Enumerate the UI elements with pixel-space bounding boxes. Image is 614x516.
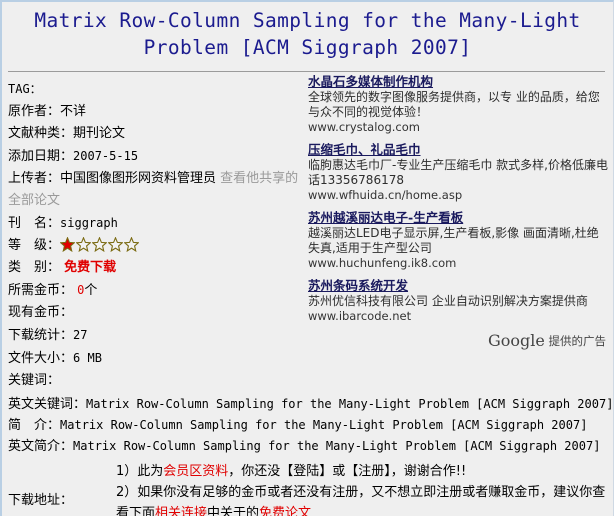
related-links-link[interactable]: 相关连接 [155, 506, 207, 516]
meta-row-uploader: 上传者：中国图像图形网资料管理员 查看他共享的全部论文 [8, 168, 308, 212]
ad-description: 越溪丽达LED电子显示屏,生产看板,影像 画面清晰,杜绝失真,适用于生产型公司 [308, 225, 599, 255]
page-root: Matrix Row-Column Sampling for the Many-… [0, 0, 614, 516]
download-address-block: 下载地址： 1）此为会员区资料，你还没【登陆】或【注册】，谢谢合作!! 2）如果… [2, 461, 613, 516]
abstract-label: 简 介： [8, 417, 61, 433]
filesize-value: 6 MB [73, 350, 102, 365]
author-label: 原作者： [8, 103, 61, 119]
filesize-label: 文件大小： [8, 350, 74, 366]
rating-stars[interactable] [60, 236, 140, 255]
meta-row-en-keywords: 英文关键词：Matrix Row-Column Sampling for the… [8, 394, 613, 415]
added-date-label: 添加日期： [8, 148, 74, 164]
category-value-free-download[interactable]: 免费下载 [64, 260, 116, 275]
meta-row-added-date: 添加日期：2007-5-15 [8, 145, 332, 168]
meta-row-author: 原作者：不详 [8, 101, 332, 123]
uploader-value: 中国图像图形网资料管理员 [60, 170, 217, 186]
meta-row-journal: 刊 名：siggraph [8, 212, 332, 235]
coins-needed-unit: 个 [84, 282, 98, 298]
star-icon[interactable] [60, 236, 76, 252]
en-abstract-label: 英文简介： [8, 438, 74, 454]
notice1-prefix: 1）此为 [116, 463, 164, 479]
ads-by-google-label: 提供的广告 [544, 333, 606, 348]
meta-row-abstract: 简 介：Matrix Row-Column Sampling for the M… [8, 415, 613, 436]
ad-title-link[interactable]: 苏州条码系统开发 [308, 278, 408, 293]
ad-title-link[interactable]: 苏州越溪丽达电子-生产看板 [308, 210, 463, 225]
star-icon[interactable] [92, 236, 108, 252]
star-icon[interactable] [108, 236, 124, 252]
downloads-value: 27 [73, 327, 88, 342]
download-notice-1: 1）此为会员区资料，你还没【登陆】或【注册】，谢谢合作!! [116, 461, 613, 482]
content-area: 水晶石多媒体制作机构 全球领先的数字图像服务提供商，以专 业的品质，给您与众不同… [2, 72, 613, 516]
rating-label: 等 级： [8, 237, 61, 253]
meta-row-tag: TAG： [8, 78, 332, 101]
member-area-resource-link[interactable]: 会员区资料 [163, 464, 228, 479]
ad-description: 全球领先的数字图像服务提供商，以专 业的品质，给您与众不同的视觉体验！ [308, 89, 600, 119]
meta-row-filesize: 文件大小：6 MB [8, 347, 332, 370]
en-abstract-value: Matrix Row-Column Sampling for the Many-… [73, 438, 601, 453]
en-keywords-label: 英文关键词： [8, 396, 87, 412]
metadata-list: TAG： 原作者：不详 文献种类：期刊论文 添加日期：2007-5-15 上传者… [2, 78, 332, 392]
ad-item: 水晶石多媒体制作机构 全球领先的数字图像服务提供商，以专 业的品质，给您与众不同… [308, 74, 608, 135]
ad-title-link[interactable]: 压缩毛巾、礼品毛巾 [308, 142, 421, 157]
added-date-value: 2007-5-15 [73, 148, 139, 163]
star-icon[interactable] [124, 236, 140, 252]
ad-url[interactable]: www.ibarcode.net [308, 309, 608, 324]
coins-needed-label: 所需金币： [8, 282, 74, 298]
download-notice-2: 2）如果你没有足够的金币或者还没有注册，又不想立即注册或者赚取金币，建议你查看下… [116, 482, 613, 516]
ad-item: 苏州越溪丽达电子-生产看板 越溪丽达LED电子显示屏,生产看板,影像 画面清晰,… [308, 210, 608, 271]
page-title: Matrix Row-Column Sampling for the Many-… [2, 2, 613, 66]
journal-label: 刊 名： [8, 215, 61, 231]
ad-url[interactable]: www.huchunfeng.ik8.com [308, 256, 608, 271]
ad-url[interactable]: www.wfhuida.cn/home.asp [308, 188, 608, 203]
doctype-label: 文献种类： [8, 125, 74, 141]
meta-row-doctype: 文献种类：期刊论文 [8, 123, 332, 145]
page-title-line-2: Problem [ACM Siggraph 2007] [143, 35, 472, 59]
category-label: 类 别： [8, 259, 61, 275]
download-address-label: 下载地址： [8, 492, 74, 508]
ad-item: 苏州条码系统开发 苏州优信科技有限公司 企业自动识别解决方案提供商 www.ib… [308, 278, 608, 324]
meta-row-en-abstract: 英文简介：Matrix Row-Column Sampling for the … [8, 436, 613, 457]
ads-by-google[interactable]: Google 提供的广告 [308, 331, 608, 350]
ad-item: 压缩毛巾、礼品毛巾 临朐惠达毛巾厂-专业生产压缩毛巾 款式多样,价格低廉电话13… [308, 142, 608, 203]
meta-row-category: 类 别： 免费下载 [8, 257, 332, 279]
keywords-label: 关键词： [8, 372, 61, 388]
author-value: 不详 [60, 103, 87, 119]
ad-title-link[interactable]: 水晶石多媒体制作机构 [308, 74, 433, 89]
meta-row-keywords: 关键词： [8, 370, 332, 392]
download-notice-list: 1）此为会员区资料，你还没【登陆】或【注册】，谢谢合作!! 2）如果你没有足够的… [116, 461, 613, 516]
abstract-value: Matrix Row-Column Sampling for the Many-… [60, 417, 588, 432]
coins-have-label: 现有金币： [8, 304, 74, 320]
star-icon[interactable] [76, 236, 92, 252]
meta-row-downloads: 下载统计：27 [8, 324, 332, 347]
notice2-mid: 中关于的 [207, 505, 260, 516]
meta-row-coins-have: 现有金币： [8, 302, 332, 324]
ad-url[interactable]: www.crystalog.com [308, 120, 608, 135]
meta-row-rating: 等 级： [8, 235, 332, 257]
wide-metadata-list: 英文关键词：Matrix Row-Column Sampling for the… [2, 394, 613, 457]
en-keywords-value: Matrix Row-Column Sampling for the Many-… [86, 396, 614, 411]
uploader-label: 上传者： [8, 170, 61, 186]
downloads-label: 下载统计： [8, 327, 74, 343]
page-title-line-1: Matrix Row-Column Sampling for the Many-… [34, 9, 581, 32]
free-papers-link[interactable]: 免费论文 [259, 506, 311, 516]
doctype-value: 期刊论文 [73, 125, 126, 141]
ad-description: 临朐惠达毛巾厂-专业生产压缩毛巾 款式多样,价格低廉电话13356786178 [308, 157, 608, 187]
meta-row-coins-needed: 所需金币： 0个 [8, 279, 332, 302]
ad-description: 苏州优信科技有限公司 企业自动识别解决方案提供商 [308, 293, 588, 308]
ads-panel: 水晶石多媒体制作机构 全球领先的数字图像服务提供商，以专 业的品质，给您与众不同… [308, 74, 608, 350]
notice1-suffix: ，你还没【登陆】或【注册】，谢谢合作!! [228, 463, 467, 479]
journal-value: siggraph [60, 215, 118, 230]
google-logo-text: Google [487, 330, 545, 350]
tag-label: TAG： [8, 81, 42, 96]
